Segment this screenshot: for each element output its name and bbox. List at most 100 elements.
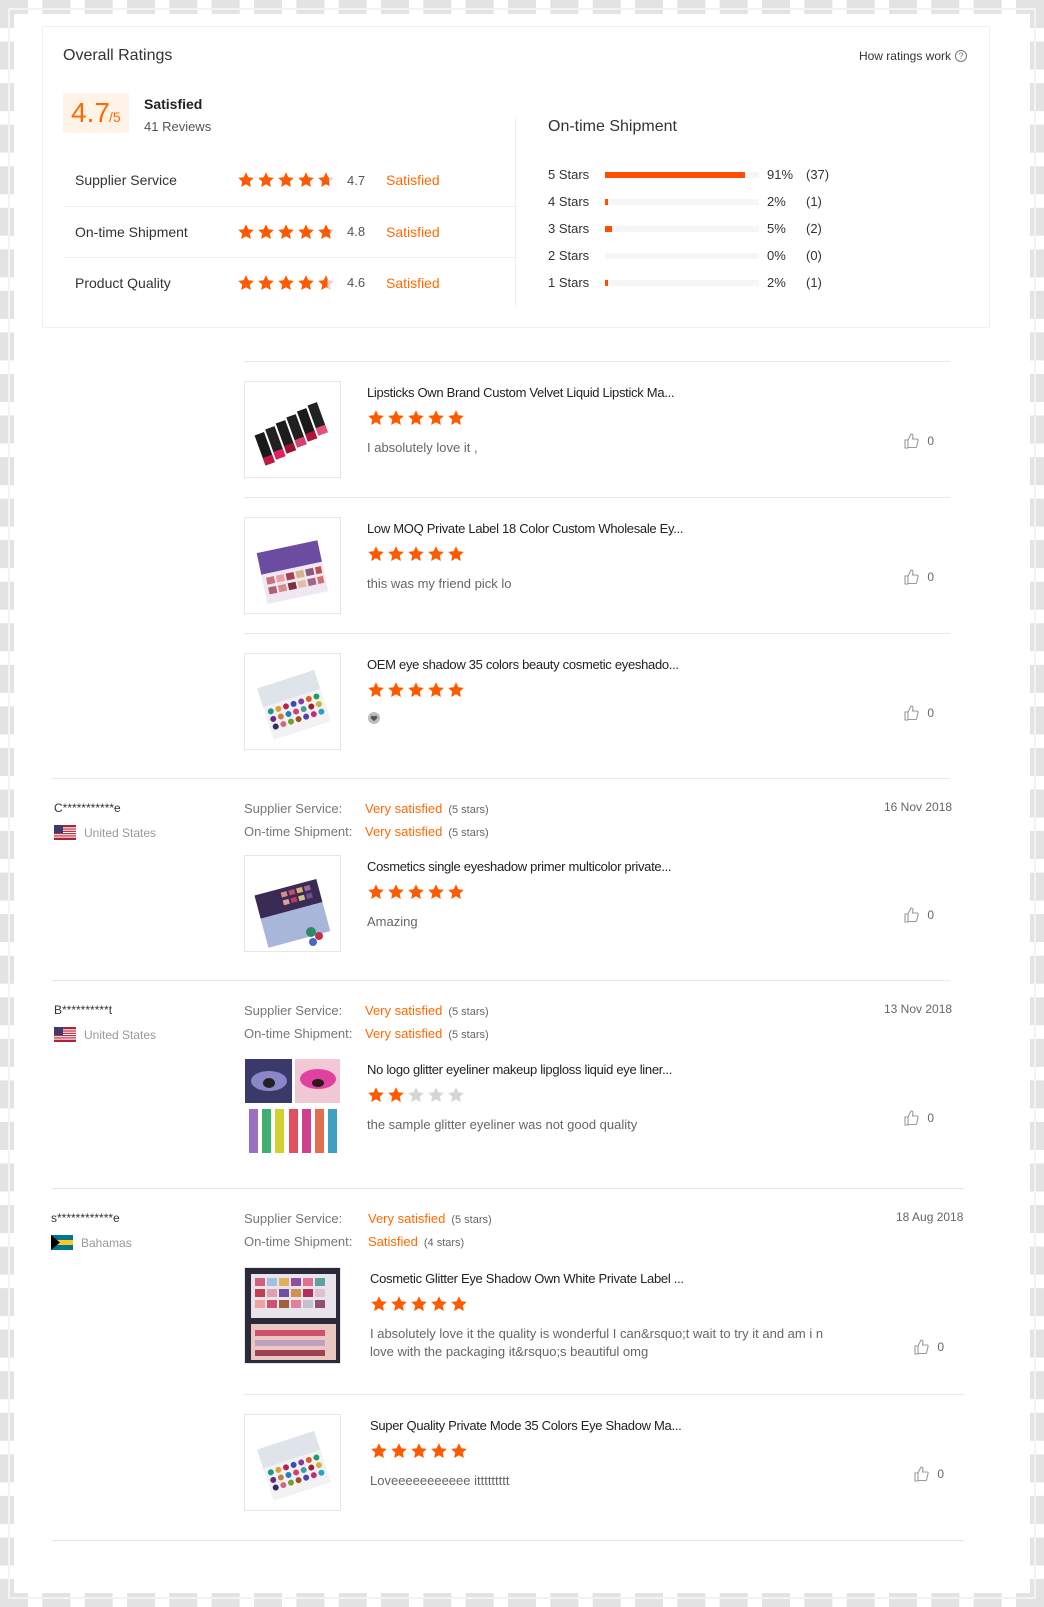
product-stars xyxy=(367,1086,465,1104)
star-icon xyxy=(451,1443,467,1458)
product-title[interactable]: Cosmetics single eyeshadow primer multic… xyxy=(367,859,672,874)
metric-label: Supplier Service xyxy=(75,172,177,188)
service-stars: (5 stars) xyxy=(448,804,489,816)
star-icon xyxy=(428,546,444,561)
like-button[interactable]: 0 xyxy=(903,433,934,449)
supplier-service-line: Supplier Service: Very satisfied (5 stars) xyxy=(244,1211,492,1226)
dist-percent: 91% xyxy=(767,167,794,182)
review-text: this was my friend pick lo xyxy=(367,576,512,591)
star-icon xyxy=(448,1087,464,1102)
dist-row-5: 5 Stars 91% (37) xyxy=(548,166,848,184)
product-title[interactable]: OEM eye shadow 35 colors beauty cosmetic… xyxy=(367,657,679,672)
star-icon xyxy=(298,224,314,239)
how-ratings-work-label[interactable]: How ratings work xyxy=(859,49,951,63)
dist-bar-track xyxy=(605,280,759,286)
product-title[interactable]: Lipsticks Own Brand Custom Velvet Liquid… xyxy=(367,385,675,400)
question-icon[interactable]: ? xyxy=(955,50,967,62)
dist-percent: 2% xyxy=(767,194,786,209)
product-thumbnail-holo-palette[interactable] xyxy=(244,855,341,952)
like-button[interactable]: 0 xyxy=(903,907,934,923)
star-icon xyxy=(388,884,404,899)
dist-count: (37) xyxy=(806,167,830,182)
star-icon xyxy=(368,1087,384,1102)
reviewer-name: s************e xyxy=(51,1211,120,1225)
dist-count: (0) xyxy=(806,248,822,263)
thumbs-up-icon[interactable] xyxy=(903,705,920,721)
star-icon xyxy=(411,1296,427,1311)
star-icon xyxy=(448,410,464,425)
product-title[interactable]: Cosmetic Glitter Eye Shadow Own White Pr… xyxy=(370,1271,684,1286)
star-icon xyxy=(408,884,424,899)
service-label: Supplier Service: xyxy=(244,1003,343,1018)
like-count: 0 xyxy=(927,908,934,922)
review-text: Amazing xyxy=(367,914,418,929)
shipment-stars: (4 stars) xyxy=(423,1237,465,1249)
how-ratings-work-link[interactable]: How ratings work ? xyxy=(859,49,967,63)
like-button[interactable]: 0 xyxy=(913,1339,944,1355)
like-count: 0 xyxy=(927,706,934,720)
thumbs-up-icon[interactable] xyxy=(903,569,920,585)
dist-label: 2 Stars xyxy=(548,248,590,263)
star-icon xyxy=(451,1296,467,1311)
star-icon xyxy=(388,546,404,561)
shipment-value: Very satisfied xyxy=(365,1026,443,1041)
like-button[interactable]: 0 xyxy=(903,569,934,585)
thumbs-up-icon[interactable] xyxy=(903,1110,920,1126)
dist-row-3: 3 Stars 5% (2) xyxy=(548,220,848,238)
overall-score: 4.7 xyxy=(71,97,110,128)
star-icon xyxy=(411,1443,427,1458)
dist-label: 1 Stars xyxy=(548,275,590,290)
thumbs-up-icon[interactable] xyxy=(913,1339,930,1355)
review-product-item: Cosmetics single eyeshadow primer multic… xyxy=(244,855,954,953)
us-flag-icon xyxy=(54,825,76,840)
review-date: 13 Nov 2018 xyxy=(884,1002,953,1016)
like-count: 0 xyxy=(927,570,934,584)
star-icon xyxy=(368,410,384,425)
metric-value: 4.6 xyxy=(347,275,366,290)
product-thumbnail-lipsticks[interactable] xyxy=(244,381,341,478)
product-title[interactable]: Super Quality Private Mode 35 Colors Eye… xyxy=(370,1418,682,1433)
shipment-label: On-time Shipment: xyxy=(244,1026,353,1041)
like-button[interactable]: 0 xyxy=(903,705,934,721)
product-stars xyxy=(367,681,465,699)
star-icon xyxy=(408,410,424,425)
like-button[interactable]: 0 xyxy=(903,1110,934,1126)
star-icon xyxy=(368,884,384,899)
country-name: United States xyxy=(84,825,157,840)
like-button[interactable]: 0 xyxy=(913,1466,944,1482)
service-stars: (5 stars) xyxy=(451,1214,492,1226)
review-text: Loveeeeeeeeeee ittttttttt xyxy=(370,1473,510,1488)
product-title[interactable]: Low MOQ Private Label 18 Color Custom Wh… xyxy=(367,521,684,536)
star-icon xyxy=(318,172,334,187)
service-value: Very satisfied xyxy=(365,801,443,816)
product-thumbnail-glitter-shadow[interactable] xyxy=(244,1267,341,1364)
vertical-divider xyxy=(515,117,516,307)
star-icon xyxy=(298,172,314,187)
metric-row-on-time-shipment: On-time Shipment 4.8 Satisfied xyxy=(63,206,517,256)
star-icon xyxy=(431,1296,447,1311)
product-thumbnail-palette-35[interactable] xyxy=(244,653,341,750)
shipment-distribution-title: On-time Shipment xyxy=(548,118,677,135)
review-product-item: OEM eye shadow 35 colors beauty cosmetic… xyxy=(244,653,954,751)
shipment-stars: (5 stars) xyxy=(448,827,489,839)
on-time-shipment-line: On-time Shipment: Very satisfied (5 stars) xyxy=(244,824,489,839)
metric-stars xyxy=(237,171,335,189)
thumbs-up-icon[interactable] xyxy=(903,433,920,449)
product-thumbnail-glitter-eyeliner[interactable] xyxy=(244,1058,341,1155)
dist-label: 5 Stars xyxy=(548,167,590,182)
star-icon xyxy=(431,1443,447,1458)
dist-row-4: 4 Stars 2% (1) xyxy=(548,193,848,211)
star-icon xyxy=(278,172,294,187)
star-icon xyxy=(408,546,424,561)
on-time-shipment-line: On-time Shipment: Satisfied (4 stars) xyxy=(244,1234,464,1249)
star-icon xyxy=(388,682,404,697)
thumbs-up-icon[interactable] xyxy=(913,1466,930,1482)
product-title[interactable]: No logo glitter eyeliner makeup lipgloss… xyxy=(367,1062,672,1077)
thumbs-up-icon[interactable] xyxy=(903,907,920,923)
shipment-label: On-time Shipment: xyxy=(244,1234,353,1249)
star-icon xyxy=(448,682,464,697)
product-thumbnail-palette-18[interactable] xyxy=(244,517,341,614)
star-icon xyxy=(391,1443,407,1458)
star-icon xyxy=(388,1087,404,1102)
product-thumbnail-palette-35-mode[interactable] xyxy=(244,1414,341,1511)
